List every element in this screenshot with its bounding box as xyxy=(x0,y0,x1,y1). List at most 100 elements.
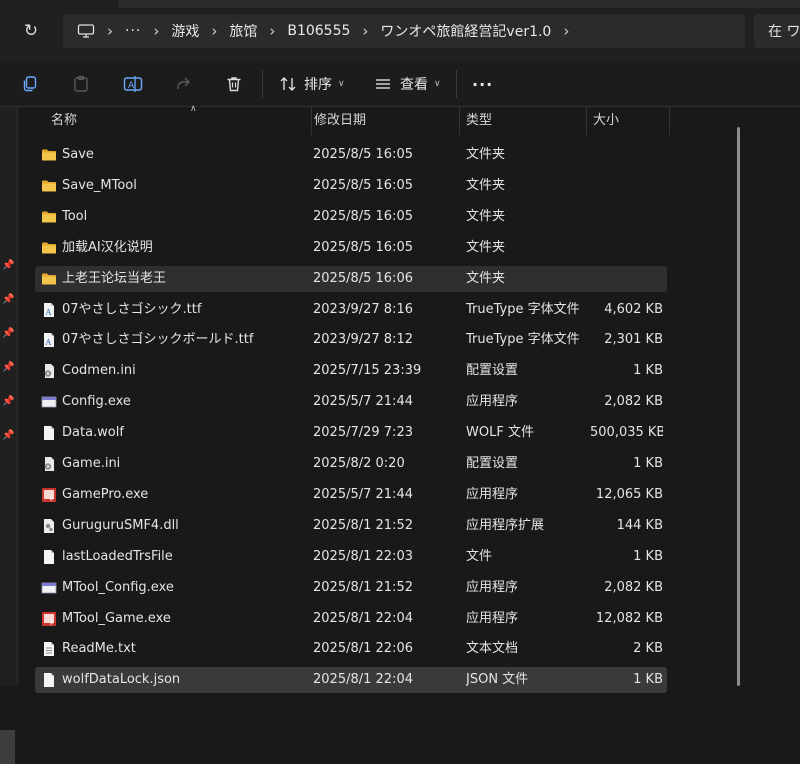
file-type: 配置设置 xyxy=(466,363,519,379)
file-type: 文件夹 xyxy=(466,270,506,286)
breadcrumb-item-inn[interactable]: 旅馆 xyxy=(229,21,257,41)
paste-icon xyxy=(74,75,88,92)
file-row[interactable]: Save_MTool 2025/8/5 16:05 文件夹 xyxy=(35,173,667,199)
file-row[interactable]: Save 2025/8/5 16:05 文件夹 xyxy=(35,142,667,168)
app-window-icon xyxy=(41,580,57,596)
file-date: 2025/5/7 21:44 xyxy=(313,486,413,502)
title-bar-strip xyxy=(118,0,800,8)
file-name: Save_MTool xyxy=(62,177,137,193)
breadcrumb-overflow[interactable]: ··· xyxy=(125,23,141,39)
file-date: 2025/8/1 22:06 xyxy=(313,641,413,657)
file-name-cell: A 07やさしさゴシックボールド.ttf xyxy=(41,327,309,353)
file-date: 2025/8/5 16:05 xyxy=(313,177,413,193)
file-size: 4,602 KB xyxy=(604,301,663,317)
column-header-date[interactable]: 修改日期 xyxy=(308,107,460,135)
blank-file-icon xyxy=(41,549,57,565)
column-header-size[interactable]: 大小 xyxy=(587,107,670,135)
column-header-type[interactable]: 类型 xyxy=(460,107,587,135)
file-row[interactable]: Codmen.ini 2025/7/15 23:39 配置设置 1 KB xyxy=(35,358,667,384)
game-app-icon: P xyxy=(41,487,57,503)
file-size xyxy=(590,173,663,199)
nav-item-selected[interactable] xyxy=(0,730,15,764)
file-type: 文件夹 xyxy=(466,239,506,255)
sort-button[interactable]: 排序 ∨ xyxy=(279,72,345,96)
file-size xyxy=(590,266,663,292)
file-date: 2025/5/7 21:44 xyxy=(313,394,413,410)
breadcrumb-item-current[interactable]: ワンオペ旅館経営記ver1.0 xyxy=(380,21,551,41)
game-app-icon: P xyxy=(41,611,57,627)
file-date: 2025/8/5 16:06 xyxy=(313,270,413,286)
file-type: 配置设置 xyxy=(466,456,519,471)
breadcrumb[interactable]: › ··· › 游戏 › 旅馆 › B106555 › ワンオペ旅館経営記ver… xyxy=(63,14,745,48)
file-row[interactable]: P MTool_Game.exe 2025/8/1 22:04 应用程序 12,082 … xyxy=(35,606,667,632)
file-row[interactable]: lastLoadedTrsFile 2025/8/1 22:03 文件 1 KB xyxy=(35,544,667,570)
chevron-right-icon[interactable]: › xyxy=(563,22,569,40)
file-name: MTool_Config.exe xyxy=(62,579,174,595)
column-header-name[interactable]: 名称 xyxy=(45,107,312,135)
sort-label: 排序 xyxy=(304,77,332,93)
file-row[interactable]: A 07やさしさゴシックボールド.ttf 2023/9/27 8:12 TrueTyp… xyxy=(35,327,667,353)
chevron-right-icon[interactable]: › xyxy=(211,22,217,40)
file-date: 2025/8/1 22:03 xyxy=(313,548,413,564)
delete-button[interactable] xyxy=(225,72,243,96)
file-row[interactable]: ReadMe.txt 2025/8/1 22:06 文本文档 2 KB xyxy=(35,636,667,662)
paste-button[interactable] xyxy=(72,72,90,96)
file-name-cell: lastLoadedTrsFile xyxy=(41,544,309,570)
chevron-right-icon[interactable]: › xyxy=(153,22,159,40)
file-row[interactable]: Game.ini 2025/8/2 0:20 配置设置 1 KB xyxy=(35,451,667,477)
file-name: MTool_Game.exe xyxy=(62,610,171,626)
refresh-button[interactable]: ↻ xyxy=(20,20,42,42)
file-name-cell: Data.wolf xyxy=(41,420,309,446)
file-row[interactable]: GuruguruSMF4.dll 2025/8/1 21:52 应用程序扩展 144 … xyxy=(35,513,667,539)
file-date: 2025/8/1 21:52 xyxy=(313,517,413,533)
file-size: 2,301 KB xyxy=(604,332,663,348)
file-name: Config.exe xyxy=(62,394,131,410)
file-size: 12,082 KB xyxy=(595,610,663,626)
file-row[interactable]: P GamePro.exe 2025/5/7 21:44 应用程序 12,065 KB xyxy=(35,482,667,508)
file-name: 加载AI汉化说明 xyxy=(62,239,153,255)
chevron-right-icon[interactable]: › xyxy=(269,22,275,40)
file-type: WOLF 文件 xyxy=(466,425,534,441)
file-row[interactable]: Tool 2025/8/5 16:05 文件夹 xyxy=(35,204,667,230)
file-name-cell: A 07やさしさゴシック.ttf xyxy=(41,297,309,323)
folder-icon xyxy=(41,240,57,256)
search-input[interactable]: 在 ワンオペ旅館経営記ver1.0 中搜索 xyxy=(754,14,800,48)
file-row[interactable]: Config.exe 2025/5/7 21:44 应用程序 2,082 KB xyxy=(35,389,667,415)
share-button[interactable] xyxy=(174,72,192,96)
file-row[interactable]: MTool_Config.exe 2025/8/1 21:52 应用程序 2,082 … xyxy=(35,575,667,601)
navigation-pane[interactable]: 📌 📌 📌 📌 📌 📌 xyxy=(0,107,18,764)
file-name-cell: MTool_Config.exe xyxy=(41,575,309,601)
file-type: TrueType 字体文件 xyxy=(466,301,580,317)
command-bar: A 排序 ∨ 查看 ∨ ··· xyxy=(0,62,800,107)
svg-text:A: A xyxy=(45,338,52,347)
file-type: 文本文档 xyxy=(466,641,519,657)
more-options-button[interactable]: ··· xyxy=(472,72,493,96)
file-name: Codmen.ini xyxy=(62,363,136,379)
file-type: 应用程序 xyxy=(466,579,519,595)
file-size: 2,082 KB xyxy=(604,394,663,410)
file-row[interactable]: 上老王论坛当老王 2025/8/5 16:06 文件夹 xyxy=(35,265,667,292)
breadcrumb-item-id[interactable]: B106555 xyxy=(287,23,350,39)
file-type: 应用程序 xyxy=(466,394,519,410)
text-file-icon xyxy=(41,641,57,657)
file-row[interactable]: A 07やさしさゴシック.ttf 2023/9/27 8:16 TrueType 字体… xyxy=(35,297,667,323)
font-file-icon: A xyxy=(41,332,57,348)
file-row[interactable]: Data.wolf 2025/7/29 7:23 WOLF 文件 500,035 KB xyxy=(35,420,667,446)
file-date: 2025/8/1 22:04 xyxy=(313,672,413,688)
file-type: 文件 xyxy=(466,548,493,564)
breadcrumb-item-games[interactable]: 游戏 xyxy=(171,21,199,41)
file-date: 2025/8/5 16:05 xyxy=(313,147,413,162)
vertical-scrollbar[interactable] xyxy=(737,127,740,686)
file-name-cell: Save_MTool xyxy=(41,173,309,199)
pin-icon: 📌 xyxy=(2,328,15,339)
view-button[interactable]: 查看 ∨ xyxy=(374,72,441,96)
chevron-right-icon[interactable]: › xyxy=(107,22,113,40)
chevron-right-icon[interactable]: › xyxy=(362,22,368,40)
file-row[interactable]: wolfDataLock.json 2025/8/1 22:04 JSON 文件 1 … xyxy=(35,667,667,694)
file-row[interactable]: 加载AI汉化说明 2025/8/5 16:05 文件夹 xyxy=(35,235,667,261)
this-pc-icon[interactable] xyxy=(77,24,95,38)
column-headers: ∧ 名称 修改日期 类型 大小 xyxy=(18,104,678,135)
file-name: GuruguruSMF4.dll xyxy=(62,517,179,533)
rename-button[interactable]: A xyxy=(123,72,143,96)
copy-button[interactable] xyxy=(21,72,39,96)
